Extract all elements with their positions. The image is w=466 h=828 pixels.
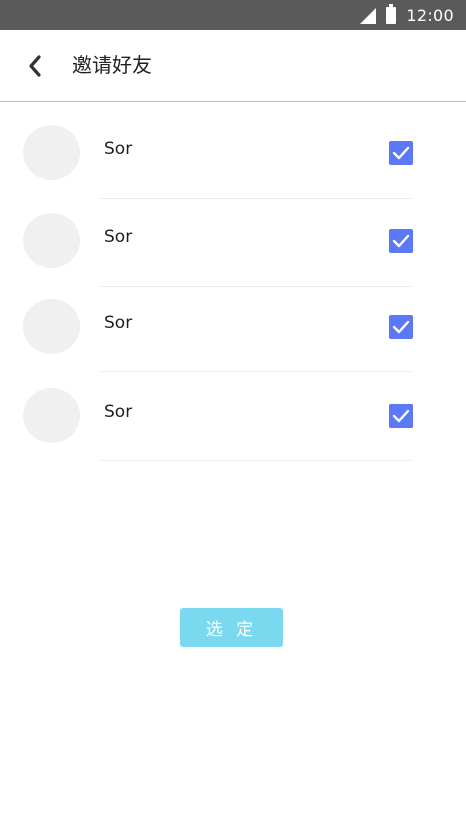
- row-divider: [100, 460, 412, 461]
- friend-name: Sor: [104, 313, 133, 333]
- header: 邀请好友: [0, 30, 466, 102]
- status-time: 12:00: [406, 5, 454, 25]
- row-divider: [100, 286, 412, 287]
- status-indicators: 12:00: [360, 0, 454, 30]
- friend-name: Sor: [104, 139, 133, 159]
- signal-icon: [360, 8, 377, 24]
- friend-row[interactable]: Sor: [0, 299, 466, 371]
- friend-row[interactable]: Sor: [0, 388, 466, 460]
- checkmark-icon: [392, 146, 410, 160]
- friend-checkbox[interactable]: [389, 404, 413, 428]
- friend-name: Sor: [104, 402, 133, 422]
- friend-checkbox[interactable]: [389, 229, 413, 253]
- checkmark-icon: [392, 234, 410, 248]
- avatar: [23, 213, 80, 268]
- friend-row[interactable]: Sor: [0, 213, 466, 285]
- avatar: [23, 388, 80, 443]
- avatar: [23, 299, 80, 354]
- back-button[interactable]: [20, 51, 50, 81]
- friend-name: Sor: [104, 227, 133, 247]
- checkmark-icon: [392, 409, 410, 423]
- friend-row[interactable]: Sor: [0, 125, 466, 197]
- friend-checkbox[interactable]: [389, 141, 413, 165]
- row-divider: [100, 371, 412, 372]
- confirm-button[interactable]: 选 定: [180, 608, 283, 647]
- friend-checkbox[interactable]: [389, 315, 413, 339]
- page-title: 邀请好友: [72, 53, 152, 77]
- row-divider: [100, 198, 412, 199]
- checkmark-icon: [392, 320, 410, 334]
- invite-friends-screen: 12:00 邀请好友 Sor Sor Sor Sor 选 定: [0, 0, 466, 828]
- chevron-left-icon: [29, 55, 41, 77]
- status-bar: 12:00: [0, 0, 466, 30]
- battery-icon: [386, 3, 397, 24]
- avatar: [23, 125, 80, 180]
